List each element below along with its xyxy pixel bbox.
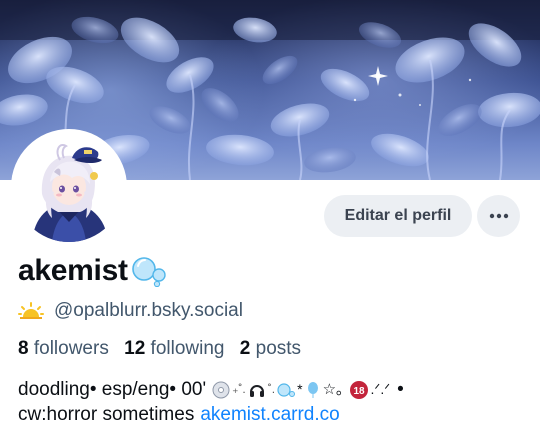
age-18-icon: 18 (349, 377, 369, 402)
bio-website-link[interactable]: akemist.carrd.co (200, 402, 339, 427)
bio-line-1: doodling• esp/eng• 00' ₊˚. ˚. * ☆｡ 18 .ᐟ… (18, 377, 528, 402)
followers-count: 8 (18, 338, 29, 359)
sparkle-dots-icon: ₊˚. (232, 382, 246, 396)
sparkle-dots-icon: .ᐟ.ᐟ (370, 381, 391, 397)
bubble-icon (277, 377, 296, 402)
asterisk-icon: * (297, 381, 303, 397)
following-label: following (150, 338, 225, 359)
followers-stat[interactable]: 8 followers (18, 338, 109, 359)
bubbles-icon (131, 257, 166, 287)
following-stat[interactable]: 12 following (124, 338, 224, 359)
balloon-icon (305, 377, 321, 402)
sun-icon (18, 302, 44, 319)
posts-label: posts (255, 338, 302, 359)
handle-row: @opalblurr.bsky.social (18, 300, 243, 322)
avatar-illustration (14, 132, 124, 242)
ellipsis-icon (489, 213, 508, 219)
stats-row: 8 followers 12 following 2 posts (18, 338, 311, 360)
posts-count: 2 (239, 338, 251, 359)
bio-line1-start: doodling• esp/eng• 00' (18, 379, 207, 400)
disc-icon (212, 377, 230, 402)
svg-text:18: 18 (353, 386, 365, 397)
bio-line-2: cw:horror sometimes akemist.carrd.co (18, 402, 528, 427)
avatar-image (14, 132, 124, 242)
display-name-text: akemist (18, 254, 128, 287)
following-count: 12 (124, 338, 146, 359)
star-icon: ☆｡ (322, 381, 344, 398)
bio-line1-end: • (397, 379, 404, 400)
posts-stat: 2 posts (240, 338, 301, 359)
bio-line2-text: cw:horror sometimes (18, 404, 195, 425)
more-options-button[interactable] (477, 195, 520, 237)
profile-page: Editar el perfil akemist @opalblurr.bsky… (0, 0, 540, 440)
profile-bio: doodling• esp/eng• 00' ₊˚. ˚. * ☆｡ 18 .ᐟ… (18, 377, 528, 427)
edit-profile-button[interactable]: Editar el perfil (324, 195, 472, 237)
display-name: akemist (18, 254, 167, 288)
headphones-icon (248, 377, 266, 402)
sparkle-dots-icon: ˚. (267, 382, 276, 396)
handle-text[interactable]: @opalblurr.bsky.social (54, 300, 243, 322)
followers-label: followers (33, 338, 109, 359)
avatar[interactable] (11, 129, 127, 245)
